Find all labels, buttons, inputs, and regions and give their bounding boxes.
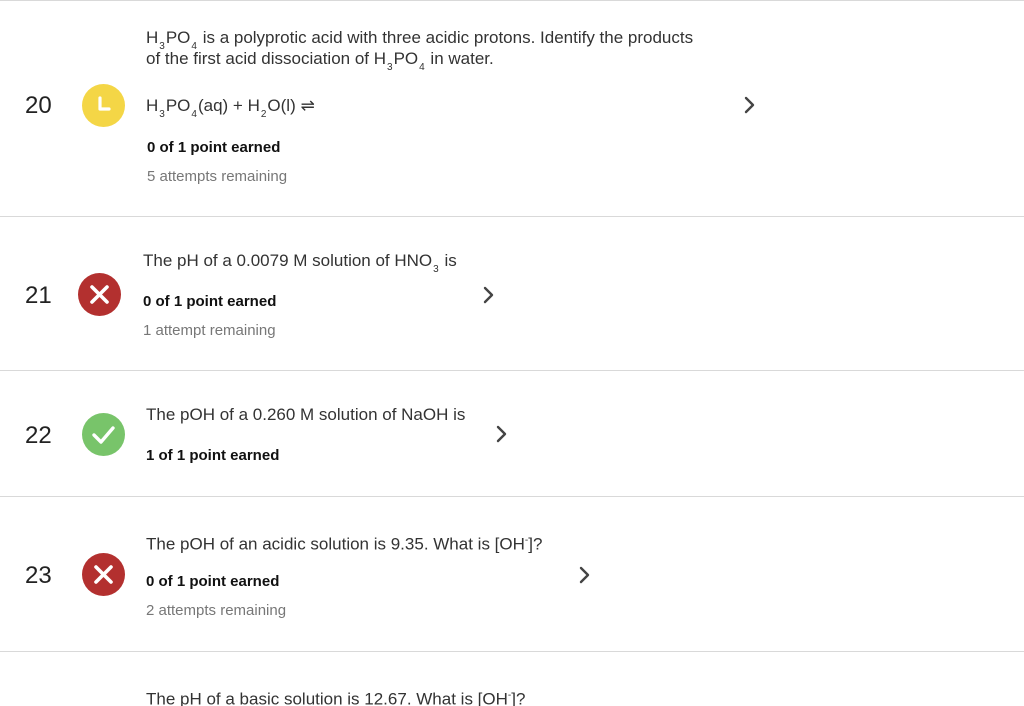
question-number: 21	[25, 282, 52, 309]
question-row-20[interactable]: 20 H3PO4 is a polyprotic acid with three…	[0, 0, 1024, 216]
question-text: The pH of a basic solution is 12.67. Wha…	[146, 689, 526, 706]
question-text: The pH of a 0.0079 M solution of HNO3 is	[143, 251, 457, 275]
points-earned: 1 of 1 point earned	[146, 447, 280, 464]
chevron-right-icon[interactable]	[743, 96, 757, 114]
points-earned: 0 of 1 point earned	[143, 293, 277, 310]
question-row-21[interactable]: 21 The pH of a 0.0079 M solution of HNO3…	[0, 216, 1024, 370]
question-number: 20	[25, 92, 52, 119]
x-icon	[78, 273, 121, 316]
clock-icon	[82, 84, 125, 127]
question-text-line-2: of the first acid dissociation of H3PO4 …	[146, 49, 494, 73]
question-equation: H3PO4(aq) + H2O(l) ⇌	[146, 96, 315, 120]
chevron-right-icon[interactable]	[482, 286, 496, 304]
attempts-remaining: 5 attempts remaining	[147, 168, 288, 185]
question-row-22[interactable]: 22 The pOH of a 0.260 M solution of NaOH…	[0, 370, 1024, 496]
attempts-remaining: 2 attempts remaining	[146, 602, 287, 619]
check-icon	[82, 413, 125, 456]
question-row-24[interactable]: The pH of a basic solution is 12.67. Wha…	[0, 651, 1024, 706]
chevron-right-icon[interactable]	[578, 566, 592, 584]
chevron-right-icon[interactable]	[495, 425, 509, 443]
question-text: The pOH of a 0.260 M solution of NaOH is	[146, 405, 466, 424]
question-list: 20 H3PO4 is a polyprotic acid with three…	[0, 0, 1024, 706]
points-earned: 0 of 1 point earned	[146, 573, 280, 590]
question-number: 22	[25, 422, 52, 449]
points-earned: 0 of 1 point earned	[147, 139, 281, 156]
x-icon	[82, 553, 125, 596]
question-text: The pOH of an acidic solution is 9.35. W…	[146, 534, 543, 554]
attempts-remaining: 1 attempt remaining	[143, 322, 276, 339]
question-number: 23	[25, 562, 52, 589]
question-row-23[interactable]: 23 The pOH of an acidic solution is 9.35…	[0, 496, 1024, 651]
